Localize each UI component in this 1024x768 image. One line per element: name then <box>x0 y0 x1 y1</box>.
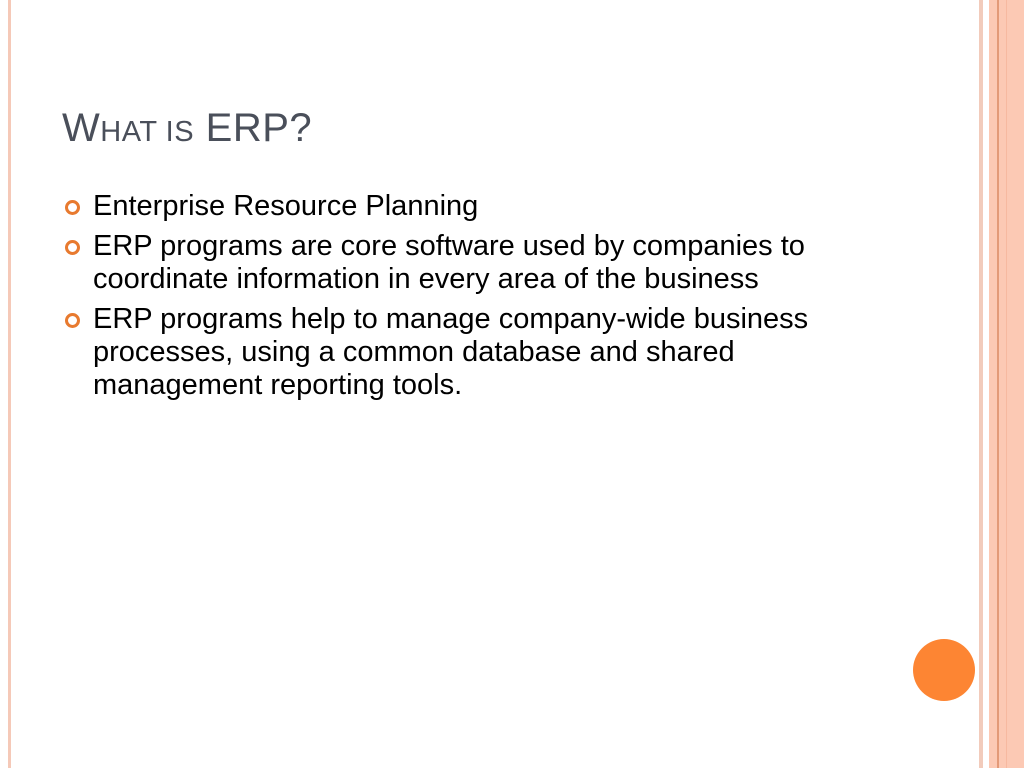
decorative-orange-circle <box>913 639 975 701</box>
right-border-line <box>1006 0 1007 768</box>
left-border-stripe <box>8 0 11 768</box>
bullet-ring-icon <box>65 313 80 328</box>
bullet-text: ERP programs are core software used by c… <box>93 230 805 295</box>
bullet-list: Enterprise Resource Planning ERP program… <box>62 190 882 409</box>
bullet-ring-icon <box>65 240 80 255</box>
bullet-ring-icon <box>65 200 80 215</box>
bullet-item: Enterprise Resource Planning <box>62 190 882 223</box>
slide-title: WHAT IS ERP? <box>62 106 313 150</box>
right-border-line <box>997 0 999 768</box>
bullet-item: ERP programs are core software used by c… <box>62 230 882 296</box>
bullet-text: ERP programs help to manage company-wide… <box>93 303 809 401</box>
bullet-text: Enterprise Resource Planning <box>93 190 479 222</box>
right-border-stripe <box>979 0 983 768</box>
bullet-item: ERP programs help to manage company-wide… <box>62 303 882 402</box>
